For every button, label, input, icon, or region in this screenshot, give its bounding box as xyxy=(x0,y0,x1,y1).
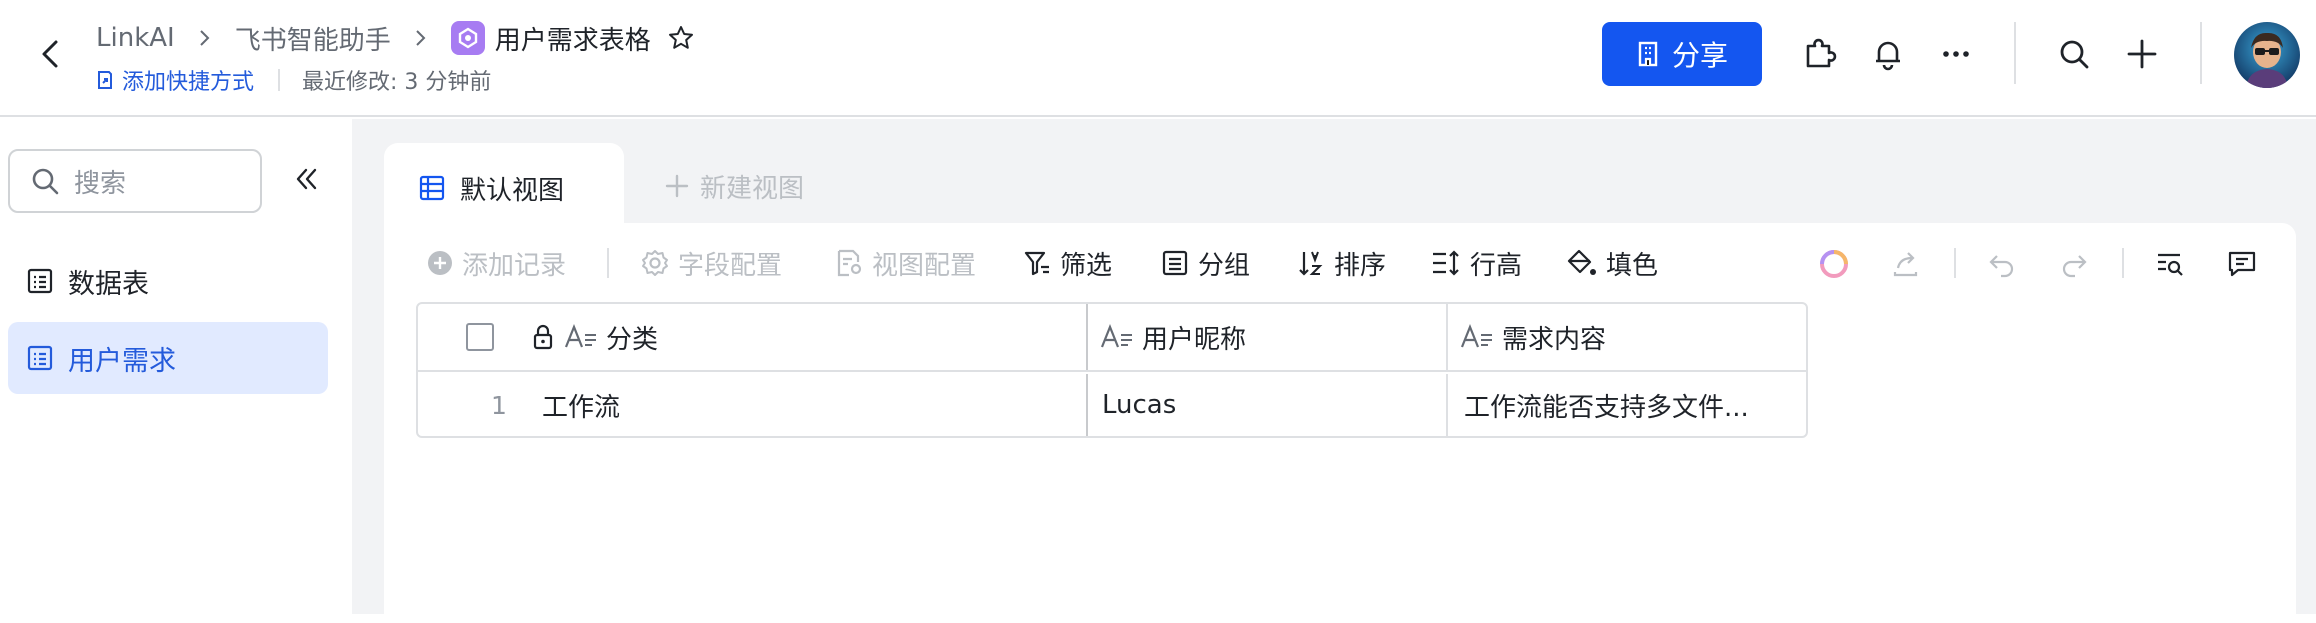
sort-button[interactable]: 排序 xyxy=(1296,240,1386,286)
fill-color-button[interactable]: 填色 xyxy=(1566,240,1658,286)
text-field-icon xyxy=(564,323,598,351)
row-height-label: 行高 xyxy=(1470,250,1523,281)
sidebar-item-label: 数据表 xyxy=(68,268,149,300)
share-view-icon[interactable] xyxy=(1886,244,1926,284)
sort-icon xyxy=(1299,251,1323,276)
add-record-button[interactable]: 添加记录 xyxy=(426,240,566,286)
field-config-label: 字段配置 xyxy=(678,250,783,281)
add-shortcut-label: 添加快捷方式 xyxy=(122,70,255,95)
divider xyxy=(2014,22,2016,84)
group-icon xyxy=(1162,250,1188,276)
undo-icon[interactable] xyxy=(1982,244,2022,284)
puzzle-icon[interactable] xyxy=(1800,34,1840,74)
filter-label: 筛选 xyxy=(1060,250,1113,281)
data-grid: 分类 用户昵称 需求内容 1 工作流 Lucas 工作流能否支持多文件... xyxy=(416,302,1808,438)
gear-icon xyxy=(642,250,668,276)
filter-icon xyxy=(1024,251,1049,276)
share-label: 分享 xyxy=(1671,39,1728,72)
table-cell-category[interactable]: 1 工作流 xyxy=(418,374,1088,436)
avatar[interactable] xyxy=(2234,22,2300,88)
table-row[interactable]: 1 工作流 Lucas 工作流能否支持多文件... xyxy=(418,374,1806,436)
breadcrumb: LinkAI 飞书智能助手 用户需求表格 xyxy=(96,16,695,60)
new-view-button[interactable]: 新建视图 xyxy=(664,161,804,211)
divider xyxy=(2200,22,2202,84)
more-icon[interactable] xyxy=(1936,34,1976,74)
add-shortcut-link[interactable]: 添加快捷方式 xyxy=(96,64,254,96)
shortcut-icon xyxy=(98,71,112,89)
paint-bucket-icon xyxy=(1567,249,1596,275)
plus-icon[interactable] xyxy=(2122,34,2162,74)
view-settings-icon xyxy=(837,249,862,277)
breadcrumb-item-linkai[interactable]: LinkAI xyxy=(96,23,175,53)
sidebar-item-user-requests[interactable]: 用户需求 xyxy=(8,322,328,394)
breadcrumb-item-assistant[interactable]: 飞书智能助手 xyxy=(235,20,391,57)
field-config-button[interactable]: 字段配置 xyxy=(640,240,782,286)
table-cell-content[interactable]: 工作流能否支持多文件... xyxy=(1448,374,1806,436)
divider xyxy=(2122,248,2124,278)
search-placeholder: 搜索 xyxy=(74,168,127,199)
chevron-right-icon xyxy=(413,28,429,48)
view-config-label: 视图配置 xyxy=(872,250,977,281)
divider xyxy=(278,69,281,91)
row-height-button[interactable]: 行高 xyxy=(1430,240,1522,286)
row-height-icon xyxy=(1433,250,1459,276)
text-field-icon xyxy=(1460,323,1494,351)
sort-label: 排序 xyxy=(1334,250,1387,281)
search-icon xyxy=(32,168,59,195)
new-view-label: 新建视图 xyxy=(700,173,805,204)
table-icon xyxy=(27,268,53,294)
building-icon xyxy=(1638,41,1658,67)
bell-icon[interactable] xyxy=(1868,34,1908,74)
lock-icon xyxy=(530,323,556,351)
text-field-icon xyxy=(1100,323,1134,351)
column-header-category[interactable]: 分类 xyxy=(418,304,1088,370)
tab-label: 默认视图 xyxy=(460,175,565,206)
column-header-label: 需求内容 xyxy=(1502,324,1607,355)
add-record-label: 添加记录 xyxy=(462,250,567,281)
collapse-sidebar-icon[interactable] xyxy=(288,161,324,197)
group-button[interactable]: 分组 xyxy=(1160,240,1250,286)
cell-text: Lucas xyxy=(1102,390,1177,420)
table-icon xyxy=(27,345,53,371)
ai-assistant-icon[interactable] xyxy=(1814,244,1854,284)
share-button[interactable]: 分享 xyxy=(1602,22,1762,86)
search-records-icon[interactable] xyxy=(2150,244,2190,284)
divider xyxy=(1954,248,1956,278)
column-header-nickname[interactable]: 用户昵称 xyxy=(1088,304,1448,370)
fill-color-label: 填色 xyxy=(1606,250,1659,281)
row-number: 1 xyxy=(491,390,507,420)
back-icon[interactable] xyxy=(30,34,70,74)
filter-button[interactable]: 筛选 xyxy=(1022,240,1112,286)
select-all-checkbox[interactable] xyxy=(466,323,494,351)
add-circle-icon xyxy=(428,251,452,275)
grid-view-icon xyxy=(419,175,445,201)
table-header-row: 分类 用户昵称 需求内容 xyxy=(418,304,1806,372)
sidebar-search-input[interactable]: 搜索 xyxy=(8,149,262,213)
view-config-button[interactable]: 视图配置 xyxy=(834,240,976,286)
column-header-label: 分类 xyxy=(606,324,659,355)
cell-text: 工作流能否支持多文件... xyxy=(1464,392,1749,423)
top-header: LinkAI 飞书智能助手 用户需求表格 添加快捷方式 最近修改: 3 分钟前 … xyxy=(0,0,2316,117)
comment-icon[interactable] xyxy=(2222,244,2262,284)
plus-icon xyxy=(665,174,689,198)
sidebar: 搜索 数据表 用户需求 xyxy=(0,119,350,614)
cell-text: 工作流 xyxy=(542,392,621,423)
chevron-right-icon xyxy=(197,28,213,48)
table-cell-nickname[interactable]: Lucas xyxy=(1088,374,1448,436)
sidebar-item-label: 用户需求 xyxy=(68,345,176,377)
sidebar-item-datatable[interactable]: 数据表 xyxy=(8,245,328,317)
doc-meta: 添加快捷方式 最近修改: 3 分钟前 xyxy=(96,64,491,96)
divider xyxy=(607,248,609,278)
last-modified-text: 最近修改: 3 分钟前 xyxy=(302,70,492,95)
column-header-label: 用户昵称 xyxy=(1142,324,1247,355)
group-label: 分组 xyxy=(1198,250,1251,281)
redo-icon[interactable] xyxy=(2054,244,2094,284)
column-header-content[interactable]: 需求内容 xyxy=(1448,304,1806,370)
search-icon[interactable] xyxy=(2054,34,2094,74)
base-doc-icon xyxy=(450,21,485,55)
tab-default-view[interactable]: 默认视图 xyxy=(384,143,624,233)
page-title: 用户需求表格 xyxy=(494,25,651,56)
star-icon[interactable] xyxy=(667,24,695,52)
